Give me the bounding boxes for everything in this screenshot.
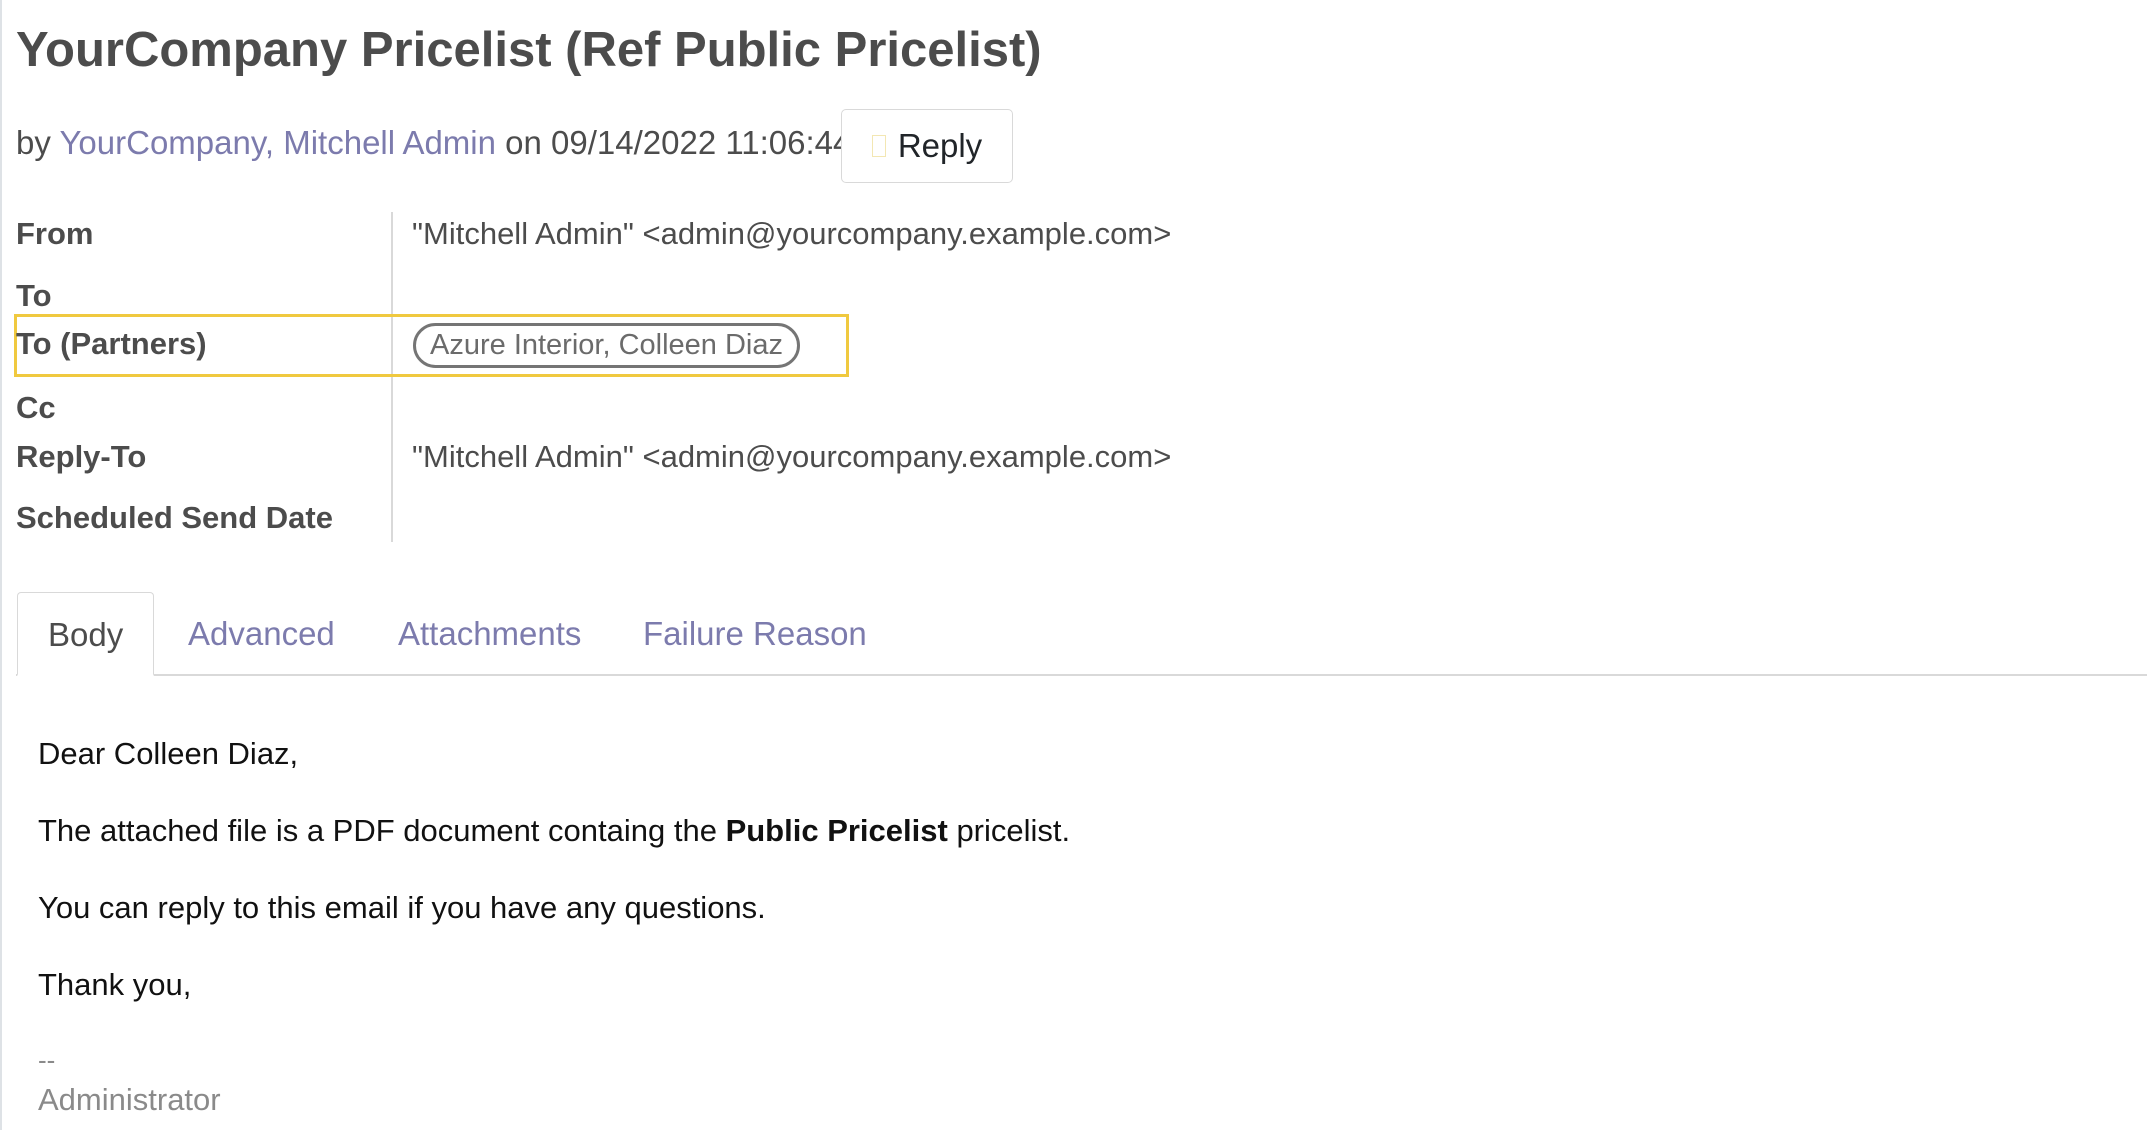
byline-on: on <box>505 124 542 161</box>
body-pricelist-name: Public Pricelist <box>725 813 948 848</box>
field-value-reply-to[interactable]: "Mitchell Admin" <admin@yourcompany.exam… <box>412 439 1171 475</box>
field-row-cc: Cc <box>16 390 1316 430</box>
notebook-tabs: Body Advanced Attachments Failure Reason <box>2 592 2147 676</box>
signature-separator: -- <box>38 1045 56 1075</box>
tab-advanced[interactable]: Advanced <box>188 592 335 676</box>
field-row-from: From "Mitchell Admin" <admin@yourcompany… <box>16 216 1316 256</box>
body-line-attachment-end: pricelist. <box>947 813 1071 848</box>
reply-button[interactable]: Reply <box>841 109 1013 183</box>
tab-attachments[interactable]: Attachments <box>398 592 581 676</box>
tab-body[interactable]: Body <box>17 592 155 676</box>
byline-authors-link[interactable]: YourCompany, Mitchell Admin <box>59 124 496 161</box>
body-line-reply: You can reply to this email if you have … <box>38 890 766 925</box>
byline-datetime: 09/14/2022 11:06:44 <box>551 124 852 161</box>
field-label-to-partners: To (Partners) <box>16 326 207 361</box>
field-divider <box>391 212 393 542</box>
field-label-from: From <box>16 216 94 251</box>
partner-tag[interactable]: Azure Interior, Colleen Diaz <box>413 323 800 368</box>
field-value-from[interactable]: "Mitchell Admin" <admin@yourcompany.exam… <box>412 216 1171 252</box>
body-line-attachment-start: The attached file is a PDF document cont… <box>38 813 726 848</box>
tab-failure-reason[interactable]: Failure Reason <box>643 592 867 676</box>
body-closing: Thank you, <box>38 967 192 1002</box>
field-label-to: To <box>16 278 52 313</box>
page-title: YourCompany Pricelist (Ref Public Pricel… <box>16 23 1042 77</box>
field-row-to: To <box>16 278 1316 318</box>
reply-icon <box>871 135 886 157</box>
message-byline: by YourCompany, Mitchell Admin on 09/14/… <box>16 124 851 162</box>
signature-name: Administrator <box>38 1082 221 1117</box>
mail-form-view: YourCompany Pricelist (Ref Public Pricel… <box>0 0 2147 1130</box>
field-row-reply-to: Reply-To "Mitchell Admin" <admin@yourcom… <box>16 439 1316 479</box>
field-label-scheduled-send-date: Scheduled Send Date <box>16 500 333 535</box>
reply-button-label: Reply <box>897 127 983 164</box>
field-row-scheduled-send-date: Scheduled Send Date <box>16 500 1316 540</box>
body-greeting: Dear Colleen Diaz, <box>38 736 299 771</box>
body-line-attachment: The attached file is a PDF document cont… <box>38 813 1070 849</box>
field-label-reply-to: Reply-To <box>16 439 147 474</box>
byline-prefix: by <box>16 124 51 161</box>
field-label-cc: Cc <box>16 390 56 425</box>
